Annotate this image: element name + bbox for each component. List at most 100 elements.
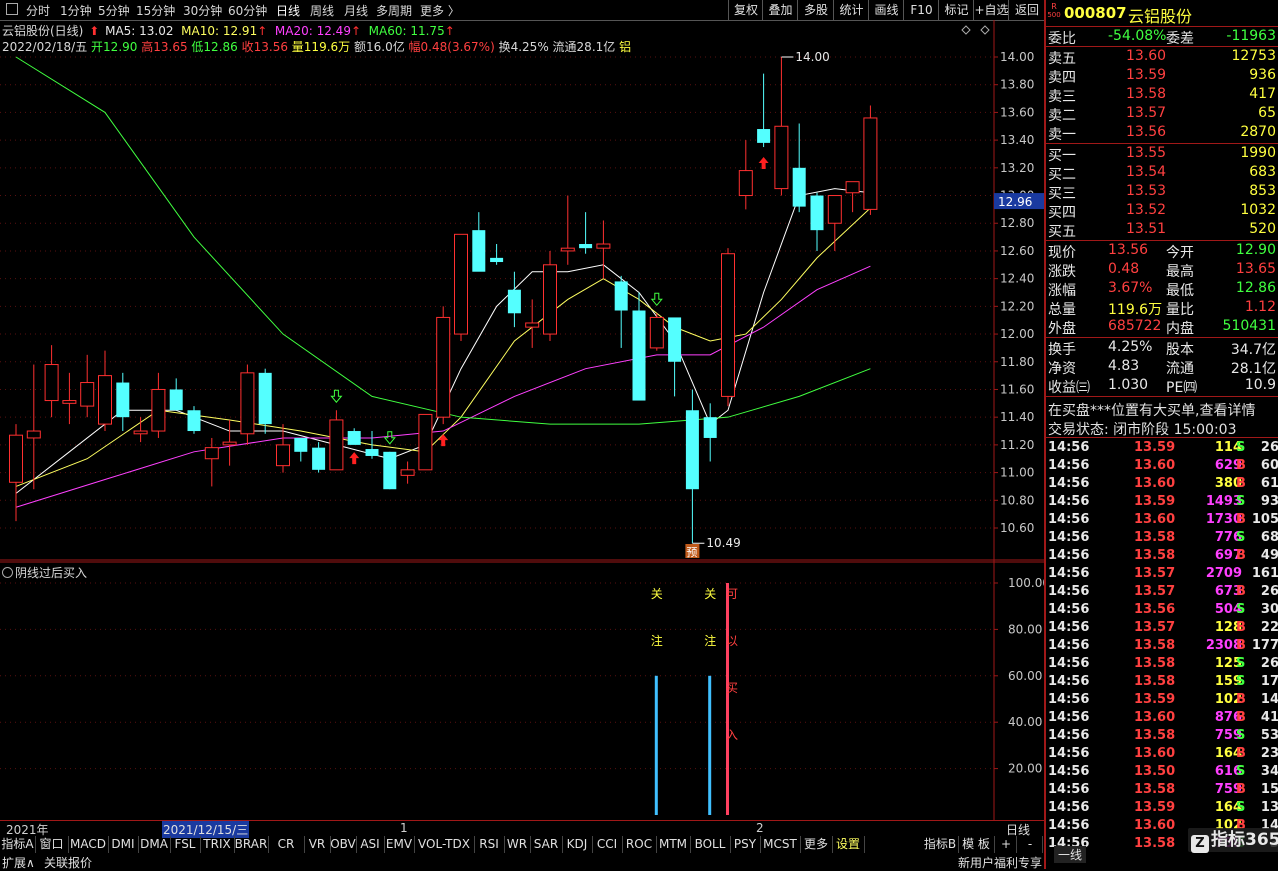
big-order-notice[interactable]: 在买盘***位置有大买单,查看详情 — [1046, 399, 1278, 420]
price-label: 11.60 — [1000, 382, 1034, 396]
related-quote-button[interactable]: 关联报价 — [44, 854, 92, 871]
expand-button[interactable]: 扩展∧ — [2, 854, 35, 871]
indicator-tab-18[interactable]: CCI — [592, 836, 623, 853]
stat-value: 28.1亿 — [1230, 361, 1276, 377]
tick-price: 13.56 — [1134, 602, 1176, 617]
candle-body — [80, 382, 95, 407]
tick-direction: B — [1236, 458, 1246, 473]
price-label: 11.80 — [1000, 355, 1034, 369]
stat-label: 股本 — [1166, 342, 1194, 358]
bid-price: 13.51 — [1126, 221, 1167, 237]
period-tab-10[interactable]: 更多 〉 — [420, 2, 460, 19]
tick-direction: S — [1236, 674, 1246, 689]
stat-row: 总量 119.6万 量比 1.12 — [1046, 298, 1278, 318]
indicator-tab-8[interactable]: CR — [268, 836, 305, 853]
new-user-promo[interactable]: 新用户福利专享 — [958, 854, 1042, 871]
ask-label: 卖五 — [1048, 51, 1076, 67]
period-tab-7[interactable]: 周线 — [310, 2, 334, 19]
indicator-tab-23[interactable]: MCST — [760, 836, 801, 853]
indicator-tab-12[interactable]: EMV — [384, 836, 415, 853]
stat-value: 13.56 — [1108, 242, 1149, 258]
stat-value: 1.030 — [1108, 377, 1149, 393]
price-label: 12.00 — [1000, 327, 1034, 341]
indicator-right-1[interactable]: 模 板 — [958, 836, 995, 853]
tick-direction: B — [1236, 584, 1246, 599]
toolbar-button-3[interactable]: 统计 — [833, 0, 869, 20]
period-tab-8[interactable]: 月线 — [344, 2, 368, 19]
bid-volume: 520 — [1249, 221, 1276, 237]
candle-body — [418, 413, 433, 471]
toolbar-button-0[interactable]: 复权 — [728, 0, 763, 20]
tick-row: 14:56 13.60 164 B 23 — [1046, 745, 1278, 763]
tick-direction: S — [1236, 800, 1246, 815]
toolbar-button-4[interactable]: 画线 — [868, 0, 904, 20]
notice-text[interactable]: 在买盘***位置有大买单,查看详情 — [1048, 400, 1255, 420]
period-tab-3[interactable]: 15分钟 — [136, 2, 175, 19]
tick-price: 13.60 — [1134, 512, 1176, 527]
expand-icon[interactable] — [2, 567, 13, 578]
stat-label: 外盘 — [1048, 321, 1076, 337]
kline-tab[interactable]: 一线 — [1054, 846, 1087, 863]
tick-count: 26 — [1260, 656, 1278, 671]
indicator-tab-7[interactable]: BRAR — [234, 836, 269, 853]
period-tab-6[interactable]: 日线 — [276, 2, 300, 19]
candle-body — [312, 447, 326, 470]
period-tab-4[interactable]: 30分钟 — [183, 2, 222, 19]
candle-body — [472, 230, 486, 272]
quote-title: R 500 000807 云铝股份 — [1046, 2, 1278, 26]
indicator-tab-17[interactable]: KDJ — [562, 836, 593, 853]
ask-label: 卖四 — [1048, 70, 1076, 86]
tick-price: 13.60 — [1134, 818, 1176, 833]
candlestick-chart[interactable]: 14.0013.8013.6013.4013.2013.0012.8012.60… — [0, 20, 1044, 820]
weibi-value: -54.08% — [1108, 28, 1167, 44]
period-tab-9[interactable]: 多周期 — [376, 2, 412, 19]
toolbar-button-7[interactable]: +自选 — [973, 0, 1009, 20]
ask-volume: 2870 — [1240, 124, 1276, 140]
period-tab-2[interactable]: 5分钟 — [98, 2, 130, 19]
stat-value: 12.86 — [1235, 280, 1276, 296]
period-tab-0[interactable]: 分时 — [26, 2, 50, 19]
indicator-tab-3[interactable]: DMI — [108, 836, 139, 853]
indicator-tab-4[interactable]: DMA — [138, 836, 171, 853]
indicator-tab-24[interactable]: 更多 — [800, 836, 833, 853]
indicator-tab-25[interactable]: 设置 — [832, 836, 865, 853]
indicator-tab-11[interactable]: ASI — [356, 836, 385, 853]
indicator-tab-1[interactable]: 窗口 — [35, 836, 69, 853]
indicator-tab-15[interactable]: WR — [504, 836, 531, 853]
indicator-tab-0[interactable]: 指标A — [0, 836, 36, 853]
indicator-tab-13[interactable]: VOL-TDX — [414, 836, 475, 853]
sub-indicator-name: 阴线过后买入 — [15, 566, 88, 580]
tick-count: 26 — [1260, 584, 1278, 599]
indicator-right-0[interactable]: 指标B — [922, 836, 959, 853]
toolbar-button-8[interactable]: 返回 — [1008, 0, 1045, 20]
toolbar-button-1[interactable]: 叠加 — [762, 0, 798, 20]
period-tab-5[interactable]: 60分钟 — [228, 2, 267, 19]
stat-value: 4.25% — [1108, 339, 1153, 355]
indicator-tab-19[interactable]: ROC — [622, 836, 657, 853]
indicator-tab-20[interactable]: MTM — [656, 836, 691, 853]
indicator-tab-10[interactable]: OBV — [330, 836, 357, 853]
indicator-right-2[interactable]: + — [996, 836, 1017, 853]
tick-price: 13.57 — [1134, 584, 1176, 599]
toolbar-button-2[interactable]: 多股 — [797, 0, 834, 20]
period-tab-1[interactable]: 1分钟 — [60, 2, 92, 19]
toolbar-button-6[interactable]: 标记 — [938, 0, 974, 20]
indicator-right-3[interactable]: - — [1018, 836, 1043, 853]
indicator-tab-9[interactable]: VR — [304, 836, 331, 853]
indicator-tab-6[interactable]: TRIX — [200, 836, 235, 853]
tick-direction: S — [1236, 602, 1246, 617]
toolbar-button-5[interactable]: F10 — [903, 0, 939, 20]
indicator-tab-5[interactable]: FSL — [170, 836, 201, 853]
indicator-tab-22[interactable]: PSY — [730, 836, 761, 853]
indicator-tab-21[interactable]: BOLL — [690, 836, 731, 853]
indicator-tab-14[interactable]: RSI — [474, 836, 505, 853]
indicator-tab-2[interactable]: MACD — [68, 836, 109, 853]
sub-axis-label: 60.00 — [1008, 669, 1042, 683]
weibi-label: 委比 — [1048, 31, 1076, 47]
price-label: 11.40 — [1000, 410, 1034, 424]
layout-icon[interactable] — [6, 3, 18, 18]
stat-label: 总量 — [1048, 302, 1076, 318]
ask-volume: 65 — [1258, 105, 1276, 121]
candle-body — [810, 195, 824, 231]
indicator-tab-16[interactable]: SAR — [530, 836, 563, 853]
